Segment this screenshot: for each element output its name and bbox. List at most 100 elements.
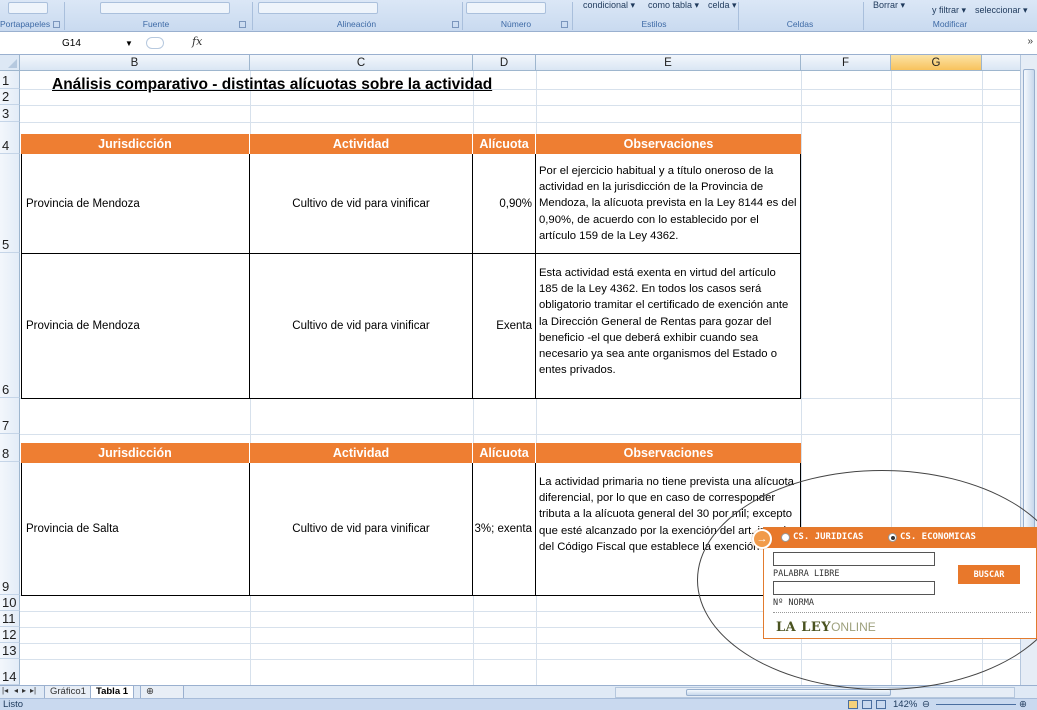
select-all-corner[interactable]	[0, 55, 20, 71]
view-normal-icon[interactable]	[848, 700, 858, 709]
formula-input[interactable]	[212, 35, 1019, 51]
ribbon-group-estilos: Estilos	[641, 19, 667, 29]
tab-nav-prev-icon[interactable]: ◂	[14, 686, 18, 695]
expand-formula-icon[interactable]: »	[1027, 36, 1033, 47]
arrow-right-icon[interactable]: →	[752, 529, 772, 549]
dialog-launcher-icon[interactable]	[452, 21, 459, 28]
row-header-8[interactable]: 8	[0, 434, 20, 462]
row-header-6[interactable]: 6	[0, 253, 20, 398]
column-header-e[interactable]: E	[536, 55, 801, 71]
zoom-out-icon[interactable]: ⊖	[922, 699, 930, 710]
ribbon-group-modificar: Modificar	[932, 19, 968, 29]
status-mode: Listo	[3, 699, 24, 710]
cell-observaciones[interactable]: Esta actividad está exenta en virtud del…	[536, 254, 801, 399]
cell-alicuota[interactable]: 3%; exenta	[473, 463, 536, 596]
cell-jurisdiccion[interactable]: Provincia de Mendoza	[21, 154, 250, 254]
row-header-10[interactable]: 10	[0, 595, 20, 611]
sheet-tabs-bar: |◂ ◂ ▸ ▸| Gráfico1 Tabla 1 ⊕	[0, 685, 1037, 699]
dialog-launcher-icon[interactable]	[239, 21, 246, 28]
row-header-9[interactable]: 9	[0, 462, 20, 595]
palabra-libre-label: PALABRA LIBRE	[773, 569, 840, 579]
tab-nav-last-icon[interactable]: ▸|	[30, 686, 36, 695]
laley-search-widget: CS. JURIDICAS CS. ECONOMICAS PALABRA LIB…	[763, 527, 1037, 639]
radio-icon	[781, 532, 790, 542]
divider	[773, 612, 1031, 613]
norma-number-input[interactable]	[773, 581, 935, 595]
column-header-h[interactable]	[982, 55, 1020, 71]
ribbon-clipboard-button[interactable]	[8, 2, 48, 14]
table1-header-observaciones: Observaciones	[536, 134, 801, 154]
view-page-break-icon[interactable]	[876, 700, 886, 709]
tab-nav-first-icon[interactable]: |◂	[2, 686, 8, 695]
cell-actividad[interactable]: Cultivo de vid para vinificar	[250, 154, 473, 254]
name-box[interactable]: G14 ▼	[30, 36, 140, 51]
table1-header-alicuota: Alícuota	[473, 134, 536, 154]
row-header-1[interactable]: 1	[0, 71, 20, 89]
column-header-b[interactable]: B	[20, 55, 250, 71]
sheet-title: Análisis comparativo - distintas alícuot…	[52, 76, 493, 93]
table1-header-actividad: Actividad	[250, 134, 473, 154]
radio-cs-juridicas[interactable]: CS. JURIDICAS	[781, 532, 863, 542]
laley-widget-header: CS. JURIDICAS CS. ECONOMICAS	[764, 528, 1036, 548]
laley-online-logo: LA LEYONLINE	[776, 620, 876, 635]
vertical-scroll-thumb[interactable]	[1023, 69, 1035, 577]
cell-alicuota[interactable]: Exenta	[473, 254, 536, 399]
buscar-button[interactable]: BUSCAR	[958, 565, 1020, 584]
zoom-level[interactable]: 142%	[893, 699, 917, 710]
horizontal-scrollbar[interactable]	[615, 687, 1015, 698]
ribbon-align-button[interactable]	[258, 2, 378, 14]
ribbon-group-celdas: Celdas	[786, 19, 814, 29]
radio-selected-icon	[888, 532, 897, 542]
ribbon-font-button[interactable]	[100, 2, 230, 14]
cell-actividad[interactable]: Cultivo de vid para vinificar	[250, 463, 473, 596]
radio-cs-economicas[interactable]: CS. ECONOMICAS	[888, 532, 976, 542]
row-header-2[interactable]: 2	[0, 89, 20, 105]
norma-number-label: Nº NORMA	[773, 598, 814, 608]
zoom-slider[interactable]	[936, 704, 1016, 705]
horizontal-scroll-thumb[interactable]	[686, 689, 891, 696]
insert-sheet-icon: ⊕	[146, 686, 154, 697]
column-header-d[interactable]: D	[473, 55, 536, 71]
cell-jurisdiccion[interactable]: Provincia de Salta	[21, 463, 250, 596]
palabra-libre-input[interactable]	[773, 552, 935, 566]
ribbon-cell-style-button[interactable]: celda ▾	[708, 0, 737, 18]
formula-bar: G14 ▼ fx »	[0, 32, 1037, 55]
table2-header-jurisdiccion: Jurisdicción	[21, 443, 250, 463]
ribbon-table-format-button[interactable]: como tabla ▾	[648, 0, 699, 18]
table2-header-alicuota: Alícuota	[473, 443, 536, 463]
cell-observaciones[interactable]: Por el ejercicio habitual y a título one…	[536, 154, 801, 254]
table2-header-observaciones: Observaciones	[536, 443, 801, 463]
dialog-launcher-icon[interactable]	[561, 21, 568, 28]
ribbon: condicional ▾ como tabla ▾ celda ▾ Borra…	[0, 0, 1037, 32]
column-header-f[interactable]: F	[801, 55, 891, 71]
chevron-down-icon[interactable]: ▼	[125, 36, 133, 51]
cell-actividad[interactable]: Cultivo de vid para vinificar	[250, 254, 473, 399]
cell-jurisdiccion[interactable]: Provincia de Mendoza	[21, 254, 250, 399]
column-header-g[interactable]: G	[891, 55, 982, 71]
ribbon-number-button[interactable]	[466, 2, 546, 14]
ribbon-group-alineacion: Alineación	[336, 19, 377, 29]
row-header-7[interactable]: 7	[0, 398, 20, 434]
fx-icon[interactable]: fx	[192, 35, 202, 48]
row-header-4[interactable]: 4	[0, 122, 20, 154]
ribbon-group-numero: Número	[500, 19, 532, 29]
row-header-13[interactable]: 13	[0, 643, 20, 659]
ribbon-group-fuente: Fuente	[142, 19, 170, 29]
column-header-c[interactable]: C	[250, 55, 473, 71]
status-bar: Listo 142% ⊖ ⊕	[0, 698, 1037, 710]
ribbon-borrar-button[interactable]: Borrar ▾	[873, 0, 905, 18]
row-header-3[interactable]: 3	[0, 105, 20, 122]
dialog-launcher-icon[interactable]	[53, 21, 61, 28]
row-header-12[interactable]: 12	[0, 627, 20, 643]
zoom-in-icon[interactable]: ⊕	[1019, 699, 1027, 710]
row-header-11[interactable]: 11	[0, 611, 20, 627]
tab-nav-next-icon[interactable]: ▸	[22, 686, 26, 695]
ribbon-group-portapapeles: Portapapeles	[0, 19, 61, 31]
row-header-5[interactable]: 5	[0, 154, 20, 253]
row-header-14[interactable]: 14	[0, 659, 20, 685]
table1-header-jurisdiccion: Jurisdicción	[21, 134, 250, 154]
view-page-layout-icon[interactable]	[862, 700, 872, 709]
ribbon-conditional-button[interactable]: condicional ▾	[583, 0, 635, 18]
formula-bar-circle-icon[interactable]	[146, 37, 164, 49]
cell-alicuota[interactable]: 0,90%	[473, 154, 536, 254]
